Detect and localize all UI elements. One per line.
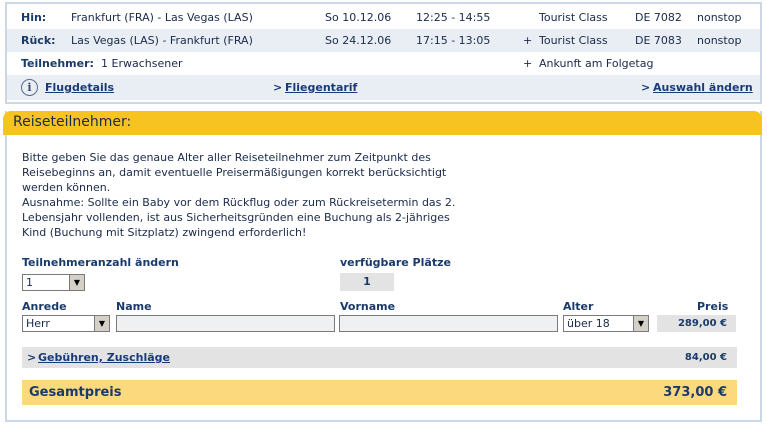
available-seats-value: 1: [340, 273, 394, 291]
fare-link[interactable]: Fliegentarif: [285, 75, 357, 100]
return-date: So 24.12.06: [325, 34, 392, 47]
return-time: 17:15 - 13:05: [416, 34, 491, 47]
outbound-date: So 10.12.06: [325, 11, 392, 24]
chevron-right-icon: >: [273, 81, 283, 94]
outbound-flight-number: DE 7082: [635, 11, 682, 24]
participant-count-value: 1: [26, 276, 33, 289]
flight-links-row: i Flugdetails > Fliegentarif > Auswahl ä…: [7, 75, 760, 100]
salutation-value: Herr: [26, 317, 50, 330]
available-seats-label: verfügbare Plätze: [340, 256, 451, 269]
return-row: Rück: Las Vegas (LAS) - Frankfurt (FRA) …: [7, 29, 760, 52]
fees-row: > Gebühren, Zuschläge 84,00 €: [22, 347, 737, 368]
firstname-input[interactable]: [339, 315, 558, 332]
name-header: Name: [116, 300, 152, 313]
outbound-stops: nonstop: [697, 11, 742, 24]
total-row: Gesamtpreis 373,00 €: [22, 380, 737, 405]
fees-link[interactable]: Gebühren, Zuschläge: [38, 347, 170, 368]
participant-price: 289,00 €: [657, 315, 736, 332]
fees-amount: 84,00 €: [684, 352, 727, 363]
age-value: über 18: [567, 317, 610, 330]
intro-line: Kind (Buchung mit Sitzplatz) zwingend er…: [22, 226, 307, 239]
intro-line: werden können.: [22, 181, 111, 194]
outbound-time: 12:25 - 14:55: [416, 11, 491, 24]
age-select[interactable]: über 18 ▼: [563, 315, 649, 332]
return-flight-number: DE 7083: [635, 34, 682, 47]
name-input[interactable]: [116, 315, 335, 332]
section-title: Reiseteilnehmer:: [13, 114, 132, 130]
participants-row: Teilnehmer: 1 Erwachsener + Ankunft am F…: [7, 52, 760, 75]
outbound-label: Hin:: [21, 11, 47, 24]
participants-value: 1 Erwachsener: [101, 57, 183, 70]
chevron-down-icon: ▼: [69, 275, 84, 290]
arrival-next-day-note: Ankunft am Folgetag: [539, 57, 654, 70]
chevron-right-icon: >: [641, 81, 651, 94]
intro-text: Bitte geben Sie das genaue Alter aller R…: [22, 150, 542, 240]
price-header: Preis: [697, 300, 729, 313]
firstname-header: Vorname: [340, 300, 396, 313]
salutation-header: Anrede: [22, 300, 67, 313]
intro-line: Reisebeginns an, damit eventuelle Preise…: [22, 166, 447, 179]
flight-summary: Hin: Frankfurt (FRA) - Las Vegas (LAS) S…: [5, 2, 762, 104]
return-plus: +: [523, 34, 533, 47]
outbound-route: Frankfurt (FRA) - Las Vegas (LAS): [71, 11, 253, 24]
section-header: Reiseteilnehmer:: [3, 111, 762, 135]
chevron-down-icon: ▼: [633, 316, 648, 331]
participant-count-label: Teilnehmeranzahl ändern: [22, 256, 179, 269]
outbound-row: Hin: Frankfurt (FRA) - Las Vegas (LAS) S…: [7, 6, 760, 29]
salutation-select[interactable]: Herr ▼: [22, 315, 110, 332]
outbound-class: Tourist Class: [539, 11, 608, 24]
change-selection-link[interactable]: Auswahl ändern: [653, 75, 753, 100]
participants-plus: +: [523, 57, 533, 70]
return-class: Tourist Class: [539, 34, 608, 47]
participant-count-select[interactable]: 1 ▼: [22, 274, 85, 291]
total-label: Gesamtpreis: [29, 385, 122, 400]
intro-line: Ausnahme: Sollte ein Baby vor dem Rückfl…: [22, 196, 456, 209]
flight-details-link[interactable]: Flugdetails: [45, 75, 114, 100]
intro-line: Lebensjahr vollenden, ist aus Sicherheit…: [22, 211, 450, 224]
total-amount: 373,00 €: [663, 385, 727, 400]
return-route: Las Vegas (LAS) - Frankfurt (FRA): [71, 34, 253, 47]
participants-label: Teilnehmer:: [21, 57, 94, 70]
return-stops: nonstop: [697, 34, 742, 47]
chevron-down-icon: ▼: [94, 316, 109, 331]
return-label: Rück:: [21, 34, 56, 47]
chevron-right-icon: >: [27, 351, 37, 364]
age-header: Alter: [563, 300, 594, 313]
info-icon: i: [21, 79, 38, 96]
intro-line: Bitte geben Sie das genaue Alter aller R…: [22, 151, 431, 164]
